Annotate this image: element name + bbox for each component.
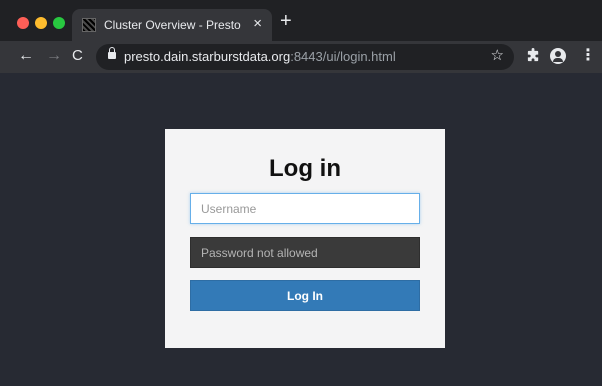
back-icon[interactable]: ←: [18, 47, 34, 65]
password-input: [190, 237, 420, 268]
star-icon[interactable]: ☆: [491, 47, 504, 65]
login-title: Log in: [269, 155, 341, 182]
new-tab-button[interactable]: +: [280, 11, 292, 31]
forward-icon[interactable]: →: [46, 47, 62, 65]
minimize-window-button[interactable]: [35, 17, 47, 29]
puzzle-icon: [527, 48, 539, 62]
favicon-icon: [82, 18, 96, 32]
login-button[interactable]: Log In: [190, 280, 420, 311]
login-card: Log in Log In: [165, 129, 445, 348]
maximize-window-button[interactable]: [53, 17, 65, 29]
reload-icon[interactable]: C: [72, 47, 83, 65]
url-path: :8443/ui/login.html: [290, 49, 396, 64]
extensions-icon[interactable]: [526, 48, 541, 67]
tab-cluster-overview[interactable]: Cluster Overview - Presto ×: [72, 9, 272, 41]
tab-strip: Cluster Overview - Presto × +: [0, 0, 602, 41]
browser-window: Cluster Overview - Presto × + ← → C pres…: [0, 0, 602, 386]
browser-toolbar: ← → C presto.dain.starburstdata.org:8443…: [0, 41, 602, 73]
url-host: presto.dain.starburstdata.org: [124, 49, 291, 64]
page-content: Log in Log In: [0, 73, 602, 386]
profile-icon[interactable]: [550, 48, 566, 64]
lock-icon[interactable]: [108, 47, 116, 59]
username-input[interactable]: [190, 193, 420, 224]
url-text[interactable]: presto.dain.starburstdata.org:8443/ui/lo…: [124, 49, 396, 64]
tab-title: Cluster Overview - Presto: [104, 18, 241, 32]
menu-icon[interactable]: ⋮: [580, 47, 596, 65]
close-window-button[interactable]: [17, 17, 29, 29]
address-bar[interactable]: presto.dain.starburstdata.org:8443/ui/lo…: [96, 44, 514, 70]
close-tab-icon[interactable]: ×: [253, 16, 262, 32]
